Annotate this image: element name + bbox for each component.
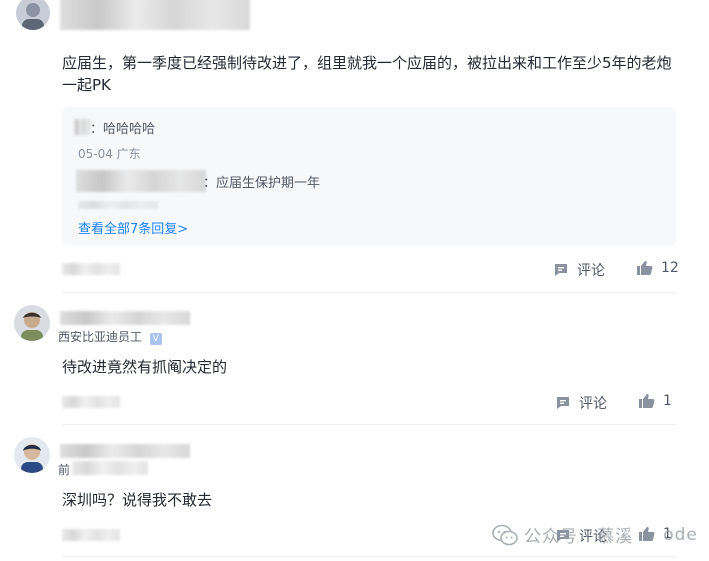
comment-label: 评论 bbox=[579, 396, 607, 412]
author-name-blurred[interactable] bbox=[60, 311, 190, 325]
author-name-blurred[interactable] bbox=[60, 0, 250, 30]
like-count: 1 bbox=[663, 393, 672, 409]
author-description-text: 西安比亚迪员工 bbox=[58, 330, 143, 344]
comment-button[interactable]: 评论 bbox=[555, 393, 607, 413]
verified-badge-icon: V bbox=[149, 333, 162, 345]
comment-label: 评论 bbox=[577, 263, 605, 279]
reply-author-blurred bbox=[76, 170, 206, 192]
avatar-icon bbox=[22, 3, 44, 30]
comment-meta-blurred bbox=[62, 396, 120, 408]
avatar[interactable] bbox=[14, 305, 50, 341]
like-button[interactable]: 1 bbox=[638, 393, 672, 409]
reply-text: ：应届生保护期一年 bbox=[203, 176, 321, 191]
divider bbox=[62, 292, 676, 293]
comment-text: 应届生，第一季度已经强制待改进了，组里就我一个应届的，被拉出来和工作至少5年的老… bbox=[62, 54, 672, 94]
comment-button[interactable]: 评论 bbox=[553, 260, 605, 280]
reply-author-blurred bbox=[74, 119, 90, 135]
avatar-icon bbox=[21, 444, 43, 473]
avatar[interactable] bbox=[16, 0, 50, 30]
avatar-icon bbox=[21, 312, 43, 341]
comment-meta-blurred bbox=[62, 263, 120, 275]
author-description-blurred bbox=[72, 461, 148, 475]
avatar[interactable] bbox=[14, 437, 50, 473]
like-button[interactable]: 12 bbox=[636, 260, 679, 276]
comment-text: 深圳吗？说得我不敢去 bbox=[62, 491, 213, 509]
comment-meta-blurred bbox=[62, 529, 120, 541]
watermark: 公众号 · 慕溪 ode bbox=[492, 522, 698, 547]
reply-text: ：哈哈哈哈 bbox=[90, 122, 156, 137]
reply-meta-blurred bbox=[78, 201, 158, 209]
comment-text: 待改进竟然有抓阄决定的 bbox=[62, 358, 228, 376]
wechat-icon bbox=[492, 524, 518, 545]
like-count: 12 bbox=[661, 260, 679, 276]
comment-icon bbox=[555, 264, 567, 276]
comment-icon bbox=[557, 397, 569, 409]
divider bbox=[62, 424, 676, 425]
author-description-text: 前 bbox=[58, 463, 71, 477]
author-description: 西安比亚迪员工 V bbox=[58, 328, 162, 345]
author-description: 前 bbox=[58, 461, 70, 478]
watermark-text: 公众号 · 慕溪 bbox=[524, 527, 634, 547]
reply-preview-box: ：哈哈哈哈 05-04 广东 ：应届生保护期一年 查看全部7条回复> bbox=[62, 107, 676, 246]
reply-date-location: 05-04 广东 bbox=[78, 147, 141, 161]
watermark-text-tail: ode bbox=[663, 524, 698, 545]
view-all-replies-link[interactable]: 查看全部7条回复> bbox=[78, 218, 188, 237]
divider bbox=[62, 556, 676, 557]
author-name-blurred[interactable] bbox=[60, 444, 190, 458]
like-icon bbox=[639, 394, 655, 408]
like-icon bbox=[637, 261, 653, 275]
